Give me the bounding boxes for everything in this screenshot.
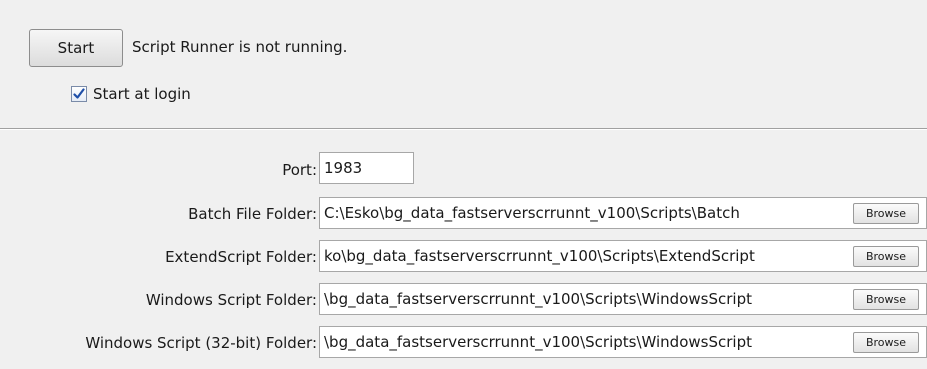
- script-runner-settings-panel: Start Script Runner is not running. Star…: [0, 0, 927, 369]
- port-label: Port:: [282, 161, 317, 179]
- checkmark-icon: [73, 88, 85, 99]
- windows-script-folder-label: Windows Script Folder:: [145, 291, 317, 309]
- batch-folder-label: Batch File Folder:: [188, 205, 317, 223]
- windows-script-32bit-folder-label: Windows Script (32-bit) Folder:: [85, 334, 317, 352]
- batch-folder-field[interactable]: [319, 197, 927, 229]
- start-at-login-label: Start at login: [93, 85, 191, 103]
- runner-status-text: Script Runner is not running.: [132, 38, 348, 56]
- windows-script-32bit-folder-field[interactable]: [319, 326, 927, 358]
- windows-script-folder-browse-button[interactable]: Browse: [853, 289, 919, 310]
- extendscript-folder-browse-button[interactable]: Browse: [853, 246, 919, 267]
- extendscript-folder-field[interactable]: [319, 240, 927, 272]
- windows-script-folder-field[interactable]: [319, 283, 927, 315]
- section-divider: [0, 128, 927, 130]
- extendscript-folder-label: ExtendScript Folder:: [165, 248, 317, 266]
- start-at-login-option[interactable]: Start at login: [71, 85, 191, 103]
- start-button[interactable]: Start: [29, 29, 123, 67]
- batch-folder-browse-button[interactable]: Browse: [853, 203, 919, 224]
- start-at-login-checkbox[interactable]: [71, 86, 87, 102]
- port-field[interactable]: [319, 152, 414, 184]
- windows-script-32bit-folder-browse-button[interactable]: Browse: [853, 332, 919, 353]
